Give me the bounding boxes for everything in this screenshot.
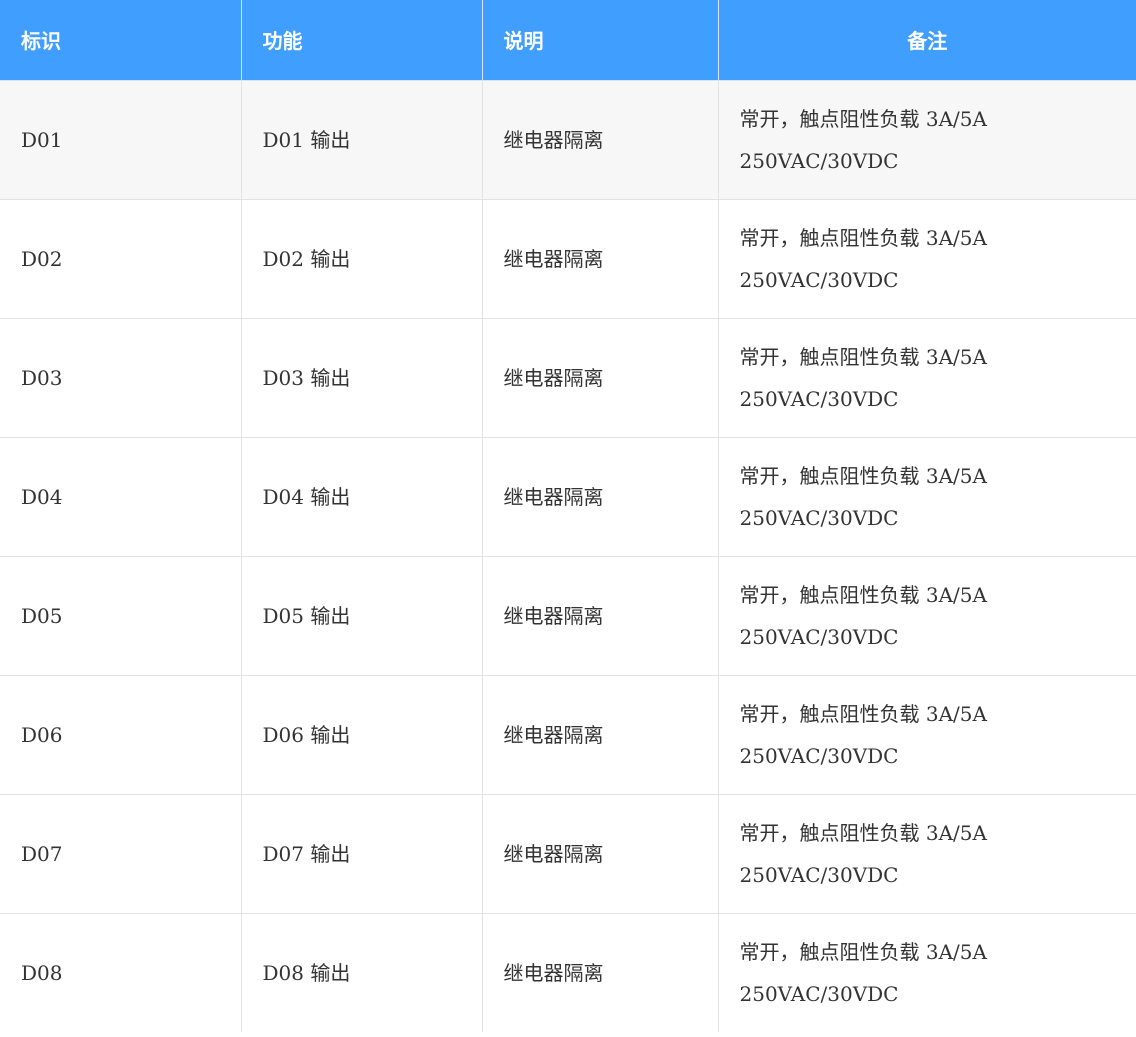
note-line-2: 250VAC/30VDC <box>739 624 899 649</box>
cell-description: 继电器隔离 <box>481 198 719 319</box>
header-id: 标识 <box>0 0 242 81</box>
cell-description: 继电器隔离 <box>481 436 719 557</box>
cell-id: D07 <box>0 793 242 914</box>
table-body: D01 D01 输出 继电器隔离 常开，触点阻性负载 3A/5A 250VAC/… <box>0 79 1136 1032</box>
cell-function: D01 输出 <box>240 79 483 200</box>
note-line-2: 250VAC/30VDC <box>739 267 899 292</box>
table-row: D02 D02 输出 继电器隔离 常开，触点阻性负载 3A/5A 250VAC/… <box>0 198 1136 319</box>
table-row: D08 D08 输出 继电器隔离 常开，触点阻性负载 3A/5A 250VAC/… <box>0 912 1136 1032</box>
cell-id: D06 <box>0 674 242 795</box>
table-row: D05 D05 输出 继电器隔离 常开，触点阻性负载 3A/5A 250VAC/… <box>0 555 1136 676</box>
cell-description: 继电器隔离 <box>481 793 719 914</box>
cell-id: D02 <box>0 198 242 319</box>
note-line-2: 250VAC/30VDC <box>739 862 899 887</box>
header-note: 备注 <box>717 0 1136 81</box>
relay-output-table: 标识 功能 说明 备注 D01 D01 输出 继电器隔离 常开，触点阻性负载 3… <box>0 0 1136 1032</box>
cell-function: D02 输出 <box>240 198 483 319</box>
cell-description: 继电器隔离 <box>481 912 719 1032</box>
cell-function: D06 输出 <box>240 674 483 795</box>
cell-note: 常开，触点阻性负载 3A/5A 250VAC/30VDC <box>717 793 1136 914</box>
note-line-2: 250VAC/30VDC <box>739 743 899 768</box>
cell-note: 常开，触点阻性负载 3A/5A 250VAC/30VDC <box>717 555 1136 676</box>
note-line-2: 250VAC/30VDC <box>739 386 899 411</box>
note-line-2: 250VAC/30VDC <box>739 981 899 1006</box>
header-row: 标识 功能 说明 备注 <box>0 0 1136 81</box>
note-line-2: 250VAC/30VDC <box>739 148 899 173</box>
table-row: D07 D07 输出 继电器隔离 常开，触点阻性负载 3A/5A 250VAC/… <box>0 793 1136 914</box>
cell-note: 常开，触点阻性负载 3A/5A 250VAC/30VDC <box>717 79 1136 200</box>
cell-function: D05 输出 <box>240 555 483 676</box>
table-row: D06 D06 输出 继电器隔离 常开，触点阻性负载 3A/5A 250VAC/… <box>0 674 1136 795</box>
table-header: 标识 功能 说明 备注 <box>0 0 1136 81</box>
cell-id: D04 <box>0 436 242 557</box>
note-line-1: 常开，触点阻性负载 3A/5A <box>739 463 987 488</box>
cell-id: D05 <box>0 555 242 676</box>
cell-id: D08 <box>0 912 242 1032</box>
note-line-2: 250VAC/30VDC <box>739 505 899 530</box>
cell-note: 常开，触点阻性负载 3A/5A 250VAC/30VDC <box>717 674 1136 795</box>
cell-note: 常开，触点阻性负载 3A/5A 250VAC/30VDC <box>717 912 1136 1032</box>
note-line-1: 常开，触点阻性负载 3A/5A <box>739 701 987 726</box>
note-line-1: 常开，触点阻性负载 3A/5A <box>739 939 987 964</box>
header-function: 功能 <box>240 0 483 81</box>
note-line-1: 常开，触点阻性负载 3A/5A <box>739 820 987 845</box>
note-line-1: 常开，触点阻性负载 3A/5A <box>739 582 987 607</box>
cell-id: D03 <box>0 317 242 438</box>
table-row: D01 D01 输出 继电器隔离 常开，触点阻性负载 3A/5A 250VAC/… <box>0 79 1136 200</box>
cell-id: D01 <box>0 79 242 200</box>
cell-description: 继电器隔离 <box>481 317 719 438</box>
note-line-1: 常开，触点阻性负载 3A/5A <box>739 106 987 131</box>
table-row: D03 D03 输出 继电器隔离 常开，触点阻性负载 3A/5A 250VAC/… <box>0 317 1136 438</box>
cell-function: D07 输出 <box>240 793 483 914</box>
note-line-1: 常开，触点阻性负载 3A/5A <box>739 225 987 250</box>
cell-function: D03 输出 <box>240 317 483 438</box>
cell-function: D08 输出 <box>240 912 483 1032</box>
cell-note: 常开，触点阻性负载 3A/5A 250VAC/30VDC <box>717 436 1136 557</box>
cell-note: 常开，触点阻性负载 3A/5A 250VAC/30VDC <box>717 198 1136 319</box>
cell-function: D04 输出 <box>240 436 483 557</box>
table-row: D04 D04 输出 继电器隔离 常开，触点阻性负载 3A/5A 250VAC/… <box>0 436 1136 557</box>
cell-description: 继电器隔离 <box>481 674 719 795</box>
cell-note: 常开，触点阻性负载 3A/5A 250VAC/30VDC <box>717 317 1136 438</box>
header-description: 说明 <box>481 0 719 81</box>
cell-description: 继电器隔离 <box>481 79 719 200</box>
note-line-1: 常开，触点阻性负载 3A/5A <box>739 344 987 369</box>
cell-description: 继电器隔离 <box>481 555 719 676</box>
